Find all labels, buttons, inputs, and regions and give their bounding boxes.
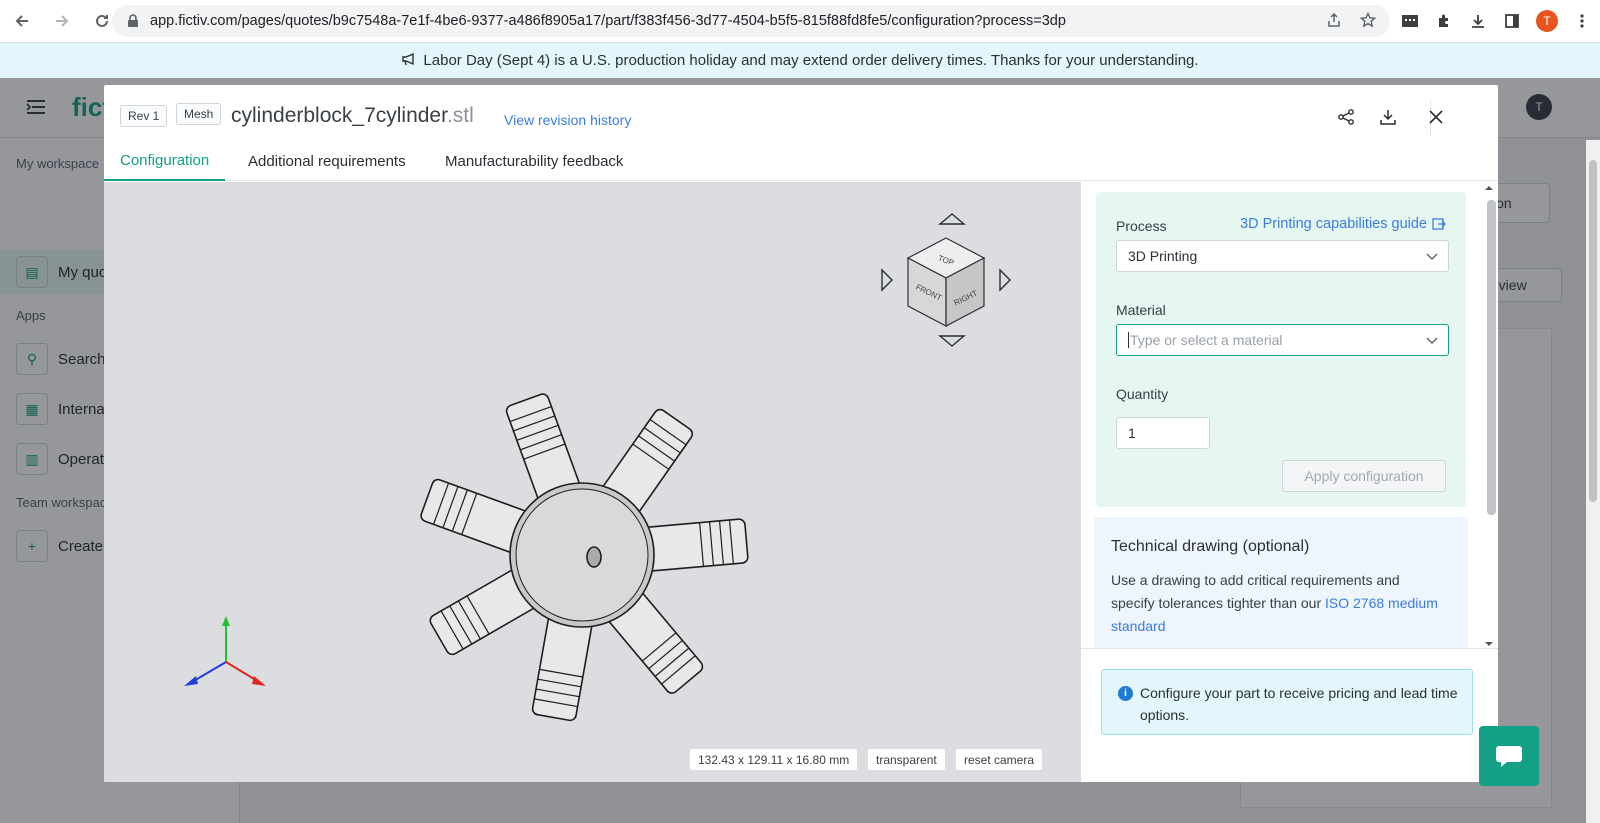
rotate-up-arrow[interactable] [938, 213, 966, 225]
technical-drawing-title: Technical drawing (optional) [1111, 538, 1310, 555]
part-filename: cylinderblock_7cylinder.stl [231, 104, 474, 128]
capabilities-guide-link[interactable]: 3D Printing capabilities guide [1240, 216, 1446, 232]
kebab-menu-icon[interactable] [1572, 11, 1592, 31]
process-value: 3D Printing [1128, 248, 1198, 264]
back-icon[interactable] [12, 11, 32, 31]
megaphone-icon [401, 52, 417, 69]
transparent-toggle[interactable]: transparent [868, 749, 945, 770]
pricing-footer: i Configure your part to receive pricing… [1081, 648, 1498, 782]
configuration-form: Process 3D Printing capabilities guide 3… [1096, 192, 1466, 507]
revision-tag: Rev 1 [120, 105, 168, 127]
text-cursor [1128, 332, 1129, 348]
dimensions-chip: 132.43 x 129.11 x 16.80 mm [690, 749, 858, 770]
chevron-down-icon [1426, 253, 1438, 260]
reset-camera-button[interactable]: reset camera [956, 749, 1043, 770]
tab-manufacturability-feedback[interactable]: Manufacturability feedback [445, 141, 623, 181]
view-cube[interactable]: TOP FRONT RIGHT [881, 213, 1011, 347]
part-model[interactable] [419, 392, 749, 722]
rotate-right-arrow[interactable] [999, 268, 1011, 292]
part-configuration-modal: Rev 1 Mesh cylinderblock_7cylinder.stl V… [104, 85, 1498, 782]
address-bar[interactable]: app.fictiv.com/pages/quotes/b9c7548a-7e1… [112, 5, 1390, 37]
technical-drawing-body: Use a drawing to add critical requiremen… [1111, 569, 1441, 638]
process-label: Process [1116, 218, 1167, 234]
url-text: app.fictiv.com/pages/quotes/b9c7548a-7e1… [150, 13, 1066, 29]
material-label: Material [1116, 302, 1166, 318]
quantity-label: Quantity [1116, 386, 1169, 402]
3d-viewer[interactable]: TOP FRONT RIGHT 132.43 x 129.11 x 16.80 … [104, 182, 1081, 782]
browser-toolbar: app.fictiv.com/pages/quotes/b9c7548a-7e1… [0, 0, 1600, 43]
panel-scroll-thumb[interactable] [1487, 200, 1496, 515]
info-alert: i Configure your part to receive pricing… [1101, 669, 1473, 735]
announcement-banner: Labor Day (Sept 4) is a U.S. production … [0, 43, 1600, 78]
configuration-panel: Process 3D Printing capabilities guide 3… [1081, 182, 1498, 652]
tab-configuration[interactable]: Configuration [104, 141, 226, 181]
close-icon[interactable] [1424, 105, 1448, 129]
reload-icon[interactable] [92, 11, 112, 31]
chat-button[interactable] [1479, 726, 1539, 786]
guide-link-text: 3D Printing capabilities guide [1240, 216, 1427, 232]
download-icon[interactable] [1376, 105, 1400, 129]
chevron-down-icon [1426, 337, 1438, 344]
filename-extension: .stl [446, 104, 474, 127]
tab-additional-requirements[interactable]: Additional requirements [248, 141, 406, 181]
modal-header: Rev 1 Mesh cylinderblock_7cylinder.stl V… [104, 85, 1498, 139]
process-select[interactable]: 3D Printing [1116, 240, 1449, 272]
lock-icon [128, 14, 138, 27]
axes-gizmo [184, 616, 266, 686]
extension-icon[interactable] [1400, 11, 1420, 31]
quantity-input[interactable]: 1 [1116, 417, 1210, 449]
rotate-left-arrow[interactable] [881, 268, 893, 292]
filename-base: cylinderblock_7cylinder [231, 104, 447, 127]
rotate-down-arrow[interactable] [938, 335, 966, 347]
forward-icon[interactable] [52, 11, 72, 31]
share-page-icon[interactable] [1326, 12, 1342, 28]
download-icon[interactable] [1468, 11, 1488, 31]
material-placeholder: Type or select a material [1130, 332, 1283, 348]
chat-bubble-icon [1496, 746, 1522, 767]
apply-configuration-button[interactable]: Apply configuration [1282, 460, 1446, 492]
material-select[interactable]: Type or select a material [1116, 324, 1449, 356]
side-panel-icon[interactable] [1502, 11, 1522, 31]
revision-history-link[interactable]: View revision history [504, 112, 631, 128]
technical-drawing-card: Technical drawing (optional) Use a drawi… [1094, 517, 1468, 652]
modal-tabs: Configuration Additional requirements Ma… [104, 141, 1498, 181]
profile-avatar[interactable]: T [1536, 10, 1558, 32]
puzzle-icon[interactable] [1434, 11, 1454, 31]
bookmark-star-icon[interactable] [1360, 12, 1376, 28]
info-icon: i [1118, 686, 1133, 701]
share-icon[interactable] [1334, 105, 1358, 129]
viewer-canvas[interactable]: TOP FRONT RIGHT [104, 182, 1081, 782]
mesh-tag: Mesh [176, 103, 222, 125]
page-scroll-thumb[interactable] [1589, 160, 1597, 502]
external-link-icon [1432, 218, 1446, 230]
banner-text: Labor Day (Sept 4) is a U.S. production … [423, 52, 1199, 69]
info-text: Configure your part to receive pricing a… [1140, 685, 1458, 723]
